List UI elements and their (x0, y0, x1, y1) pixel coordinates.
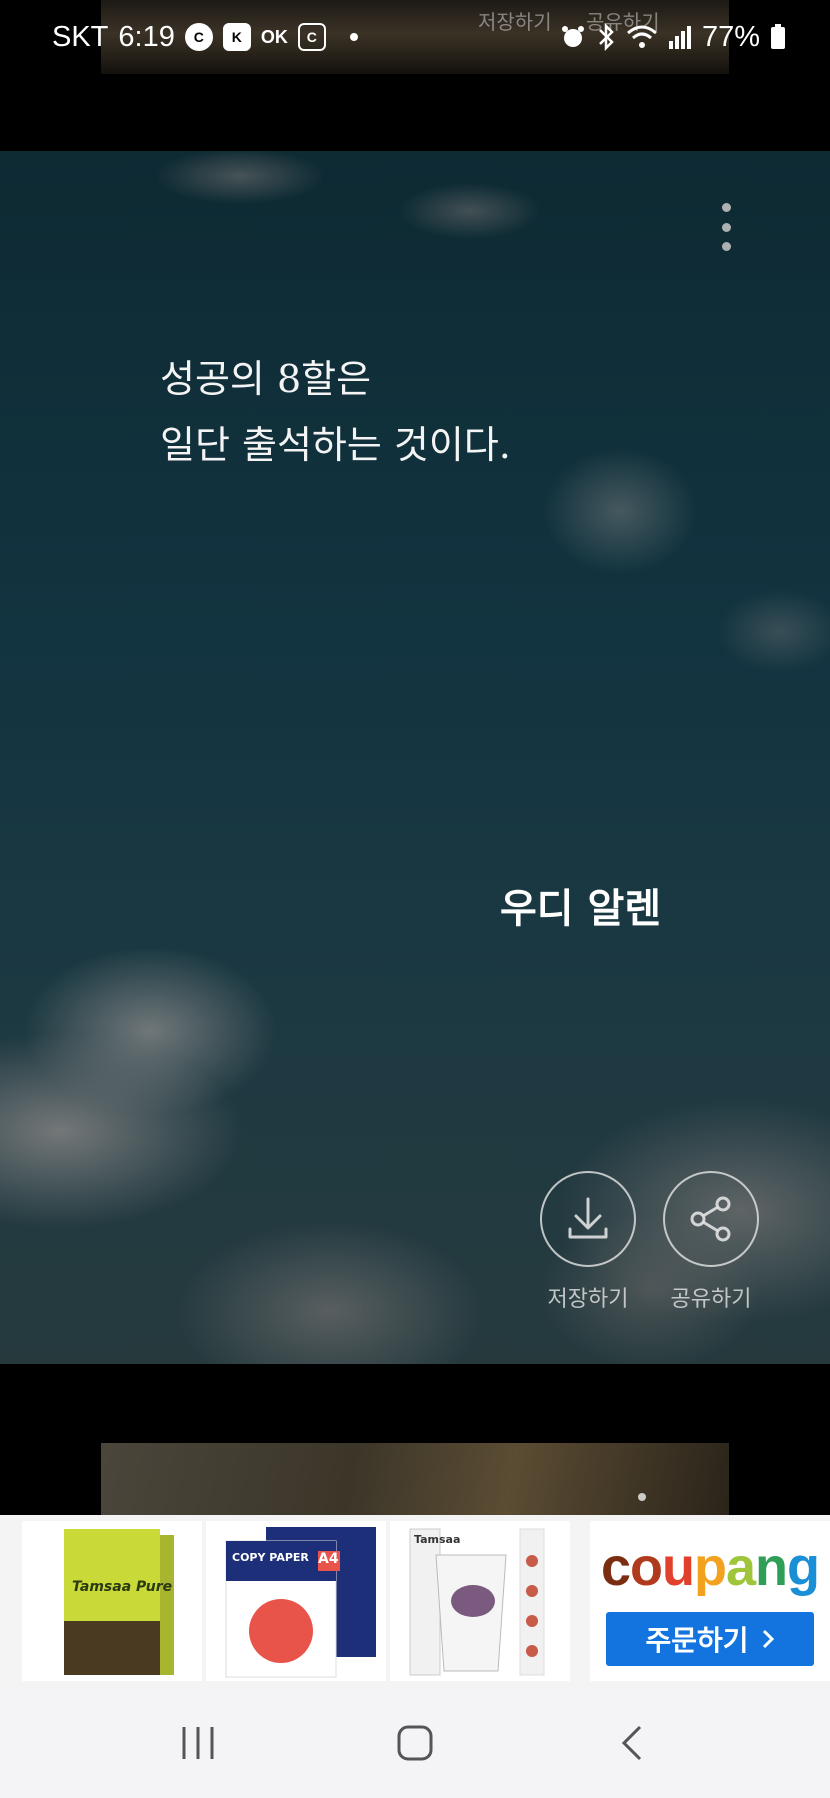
notification-dot-icon (349, 33, 358, 41)
save-button[interactable]: 저장하기 (533, 1171, 643, 1313)
more-dot-icon (721, 203, 731, 212)
logo-letter: u (662, 1537, 695, 1597)
ad-product-copy-paper[interactable]: COPY PAPER A4 (206, 1521, 386, 1681)
order-button[interactable]: 주문하기 (606, 1612, 814, 1666)
status-right: 77% (560, 21, 786, 54)
more-dot-icon (638, 1493, 646, 1501)
ad-product-1-text: Tamsaa Pure (72, 1579, 173, 1595)
ad-product-2-text: COPY PAPER (232, 1551, 309, 1564)
logo-letter: n (755, 1537, 788, 1597)
coupang-cta[interactable]: coupang 주문하기 (590, 1521, 830, 1681)
coupang-logo: coupang (600, 1536, 820, 1598)
ad-product-paper-box[interactable]: Tamsaa Pure (22, 1521, 202, 1681)
ad-product-2-size: A4 (318, 1551, 339, 1567)
more-dot-icon (721, 222, 731, 232)
ad-product-paper-cups[interactable]: Tamsaa (390, 1521, 570, 1681)
back-icon (621, 1725, 641, 1760)
logo-letter: c (600, 1537, 631, 1597)
next-quote-card[interactable] (101, 1443, 729, 1515)
status-bar: SKT 6:19 C K OK C 77% (0, 0, 830, 74)
logo-letter: o (630, 1537, 663, 1597)
recent-apps-button[interactable] (158, 1708, 238, 1778)
paper-box-image (64, 1529, 174, 1675)
recent-apps-icon (182, 1726, 214, 1759)
ok-cashbag-icon: OK (260, 26, 288, 47)
copy-paper-image (225, 1527, 376, 1678)
bluetooth-icon (599, 23, 614, 51)
logo-letter: g (787, 1537, 820, 1597)
download-icon (568, 1197, 608, 1239)
battery-icon (771, 24, 785, 49)
battery-percent: 77% (701, 20, 760, 53)
clock: 6:19 (118, 20, 175, 53)
save-button-circle (540, 1171, 636, 1267)
more-options-button[interactable] (712, 203, 740, 251)
back-button[interactable] (592, 1708, 672, 1778)
quote-text: 성공의 8할은 일단 출석하는 것이다. (160, 357, 511, 467)
ad-banner[interactable]: Tamsaa Pure COPY PAPER A4 Tamsaa coupang (0, 1515, 830, 1687)
k-app-icon: K (222, 23, 251, 51)
system-nav-bar (0, 1687, 830, 1798)
logo-letter: p (694, 1537, 727, 1597)
chevron-right-icon (762, 1629, 774, 1649)
quote-author: 우디 알렌 (500, 885, 662, 932)
share-label: 공유하기 (670, 1287, 752, 1312)
carrier-label: SKT (52, 20, 109, 53)
status-left: SKT 6:19 C K OK C (52, 21, 358, 54)
alarm-icon (561, 26, 584, 47)
home-button[interactable] (375, 1708, 455, 1778)
save-label: 저장하기 (547, 1287, 629, 1312)
more-dot-icon (721, 242, 731, 251)
share-button[interactable]: 공유하기 (656, 1171, 766, 1313)
card-app-icon: C (297, 23, 326, 51)
signal-icon (668, 26, 691, 49)
wifi-icon (626, 25, 657, 48)
ad-product-3-text: Tamsaa (414, 1533, 461, 1546)
logo-letter: a (726, 1537, 756, 1597)
home-icon (397, 1725, 433, 1760)
share-icon (690, 1196, 731, 1242)
share-button-circle (663, 1171, 759, 1267)
quote-card: 성공의 8할은 일단 출석하는 것이다. 우디 알렌 저장하기 공유하기 (0, 151, 830, 1364)
order-button-label: 주문하기 (645, 1624, 749, 1657)
c-circle-icon: C (184, 23, 213, 51)
